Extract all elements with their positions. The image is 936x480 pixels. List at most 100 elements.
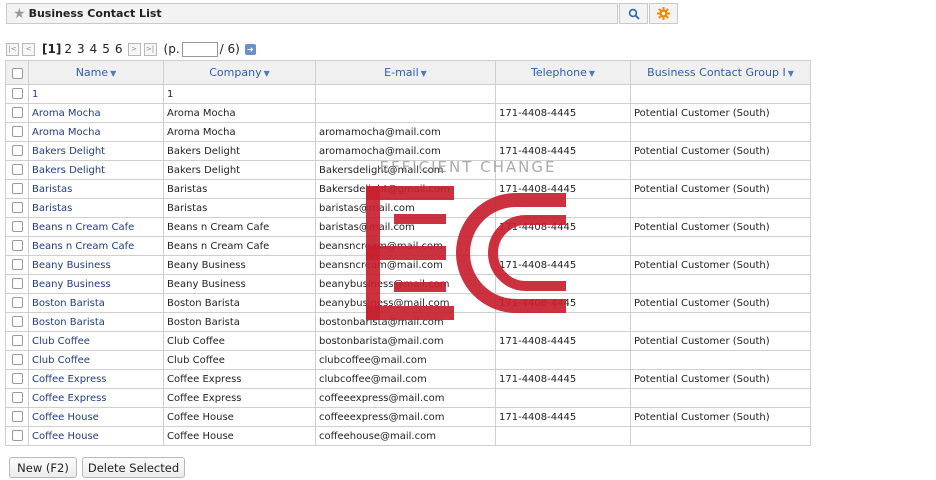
new-button[interactable]: New (F2) [9, 457, 77, 478]
table-header-row: Name ▼ Company ▼ E-mail ▼ Telephone ▼ Busine… [5, 60, 811, 85]
cell-name[interactable]: Beany Business [28, 255, 164, 275]
page-link-4[interactable]: 4 [90, 42, 98, 56]
column-header-telephone[interactable]: Telephone ▼ [495, 60, 631, 85]
row-checkbox[interactable] [11, 88, 23, 100]
cell-name[interactable]: Bakers Delight [28, 160, 164, 180]
cell-company: Coffee House [163, 407, 316, 427]
cell-group [630, 388, 811, 408]
cell-telephone: 171-4408-4445 [495, 103, 631, 123]
cell-name[interactable]: Coffee House [28, 426, 164, 446]
row-checkbox[interactable] [11, 164, 23, 176]
cell-group: Potential Customer (South) [630, 369, 811, 389]
cell-name[interactable]: Bakers Delight [28, 141, 164, 161]
column-header-group[interactable]: Business Contact Group I ▼ [630, 60, 811, 85]
cell-name[interactable]: Aroma Mocha [28, 122, 164, 142]
row-checkbox[interactable] [11, 107, 23, 119]
ecc-logo-watermark [366, 186, 566, 320]
row-checkbox[interactable] [11, 392, 23, 404]
table-row[interactable]: Coffee Express Coffee Express clubcoffee@m… [5, 369, 811, 389]
cell-name[interactable]: Baristas [28, 179, 164, 199]
cell-company: Aroma Mocha [163, 103, 316, 123]
cell-email [315, 103, 496, 123]
row-select-cell [5, 179, 29, 199]
cell-name[interactable]: Coffee House [28, 407, 164, 427]
row-select-cell [5, 255, 29, 275]
table-row[interactable]: Aroma Mocha Aroma Mocha 171-4408-4445 Poten… [5, 103, 811, 123]
search-icon [628, 8, 640, 20]
cell-name[interactable]: 1 [28, 84, 164, 104]
row-checkbox[interactable] [11, 183, 23, 195]
cell-group [630, 160, 811, 180]
cell-telephone: 171-4408-4445 [495, 331, 631, 351]
column-header-email[interactable]: E-mail ▼ [315, 60, 496, 85]
row-checkbox[interactable] [11, 278, 23, 290]
cell-company: Coffee Express [163, 388, 316, 408]
row-select-cell [5, 388, 29, 408]
row-checkbox[interactable] [11, 202, 23, 214]
next-page-button[interactable]: > [127, 42, 141, 56]
row-select-cell [5, 160, 29, 180]
search-button[interactable] [619, 3, 648, 24]
cell-name[interactable]: Coffee Express [28, 388, 164, 408]
row-checkbox[interactable] [11, 297, 23, 309]
cell-company: Beany Business [163, 255, 316, 275]
row-checkbox[interactable] [11, 221, 23, 233]
table-row[interactable]: Aroma Mocha Aroma Mocha aromamocha@mail.co… [5, 122, 811, 142]
row-checkbox[interactable] [11, 335, 23, 347]
page-link-2[interactable]: 2 [64, 42, 72, 56]
list-title-bar: ★ Business Contact List [6, 3, 618, 24]
settings-button[interactable] [649, 3, 678, 24]
table-row[interactable]: Coffee House Coffee House coffeehouse@mail… [5, 426, 811, 446]
delete-selected-button[interactable]: Delete Selected [82, 457, 185, 478]
table-row[interactable]: Coffee House Coffee House coffeeexpress@ma… [5, 407, 811, 427]
cell-name[interactable]: Boston Barista [28, 312, 164, 332]
row-checkbox[interactable] [11, 316, 23, 328]
table-row[interactable]: Club Coffee Club Coffee clubcoffee@mail.co… [5, 350, 811, 370]
last-page-button[interactable]: >| [143, 42, 157, 56]
sort-down-icon: ▼ [263, 69, 270, 78]
cell-name[interactable]: Coffee Express [28, 369, 164, 389]
cell-company: Baristas [163, 179, 316, 199]
first-page-button[interactable]: |< [6, 42, 19, 56]
prev-page-button[interactable]: < [22, 42, 35, 56]
cell-group [630, 122, 811, 142]
table-row[interactable]: 11 [5, 84, 811, 104]
page-link-5[interactable]: 5 [102, 42, 110, 56]
table-row[interactable]: Coffee Express Coffee Express coffeeexpres… [5, 388, 811, 408]
cell-company: Beany Business [163, 274, 316, 294]
page-link-6[interactable]: 6 [115, 42, 123, 56]
cell-name[interactable]: Beans n Cream Cafe [28, 236, 164, 256]
go-arrow-icon[interactable]: ➜ [244, 43, 256, 55]
row-checkbox[interactable] [11, 145, 23, 157]
row-select-cell [5, 236, 29, 256]
row-checkbox[interactable] [11, 373, 23, 385]
cell-group: Potential Customer (South) [630, 141, 811, 161]
row-checkbox[interactable] [11, 411, 23, 423]
cell-name[interactable]: Club Coffee [28, 350, 164, 370]
cell-company: Boston Barista [163, 293, 316, 313]
star-icon[interactable]: ★ [13, 7, 26, 21]
table-row[interactable]: Club Coffee Club Coffee bostonbarista@mail… [5, 331, 811, 351]
cell-name[interactable]: Beans n Cream Cafe [28, 217, 164, 237]
row-checkbox[interactable] [11, 430, 23, 442]
cell-telephone: 171-4408-4445 [495, 369, 631, 389]
cell-company: Bakers Delight [163, 160, 316, 180]
cell-name[interactable]: Club Coffee [28, 331, 164, 351]
select-all-cell [5, 60, 29, 85]
watermark-text: EFFICIENT CHANGE [379, 158, 557, 176]
row-checkbox[interactable] [11, 240, 23, 252]
cell-company: Baristas [163, 198, 316, 218]
row-checkbox[interactable] [11, 126, 23, 138]
select-all-checkbox[interactable] [11, 67, 23, 79]
page-link-3[interactable]: 3 [77, 42, 85, 56]
page-number-input[interactable] [181, 41, 218, 57]
cell-name[interactable]: Beany Business [28, 274, 164, 294]
row-select-cell [5, 312, 29, 332]
cell-name[interactable]: Aroma Mocha [28, 103, 164, 123]
column-header-name[interactable]: Name ▼ [28, 60, 164, 85]
cell-name[interactable]: Baristas [28, 198, 164, 218]
column-header-company[interactable]: Company ▼ [163, 60, 316, 85]
row-checkbox[interactable] [11, 354, 23, 366]
cell-name[interactable]: Boston Barista [28, 293, 164, 313]
row-checkbox[interactable] [11, 259, 23, 271]
